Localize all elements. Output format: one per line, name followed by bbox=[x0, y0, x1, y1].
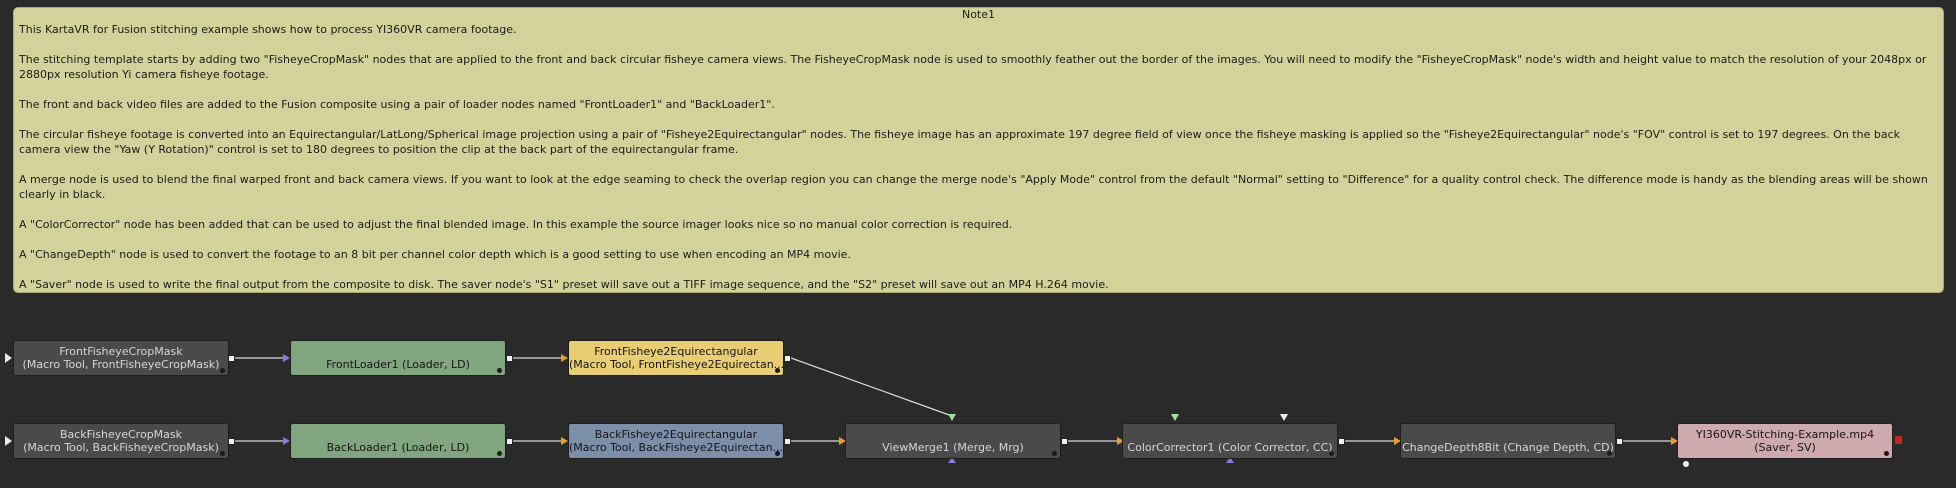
output-port[interactable] bbox=[1338, 438, 1345, 445]
node-sublabel: (Saver, SV) bbox=[1754, 441, 1816, 454]
node-label: FrontFisheye2Equirectangular bbox=[594, 345, 758, 358]
color-mask-input-icon bbox=[1280, 414, 1288, 421]
node-sublabel: (Macro Tool, BackFisheye2Equirectan... bbox=[569, 441, 784, 454]
merge-fg-input-icon bbox=[948, 414, 956, 421]
node-front-fisheye-crop-mask[interactable]: FrontFisheyeCropMask (Macro Tool, FrontF… bbox=[13, 340, 229, 376]
node-saver[interactable]: YI360VR-Stitching-Example.mp4 (Saver, SV… bbox=[1677, 423, 1893, 459]
color-input-icon bbox=[1171, 414, 1179, 421]
input-arrow-icon bbox=[283, 437, 290, 445]
node-color-corrector[interactable]: ColorCorrector1 (Color Corrector, CC) bbox=[1122, 423, 1338, 459]
node-sublabel: (Macro Tool, FrontFisheye2Equirectan... bbox=[569, 358, 784, 371]
saver-output-flag-icon bbox=[1895, 436, 1902, 444]
play-triangle-icon[interactable] bbox=[5, 436, 12, 446]
output-port[interactable] bbox=[784, 355, 791, 362]
node-label: YI360VR-Stitching-Example.mp4 bbox=[1695, 428, 1875, 441]
node-label: BackFisheye2Equirectangular bbox=[594, 428, 758, 441]
node-label: ChangeDepth8Bit (Change Depth, CD) bbox=[1402, 440, 1614, 454]
node-status-dot bbox=[1884, 451, 1889, 456]
node-status-dot bbox=[1329, 451, 1334, 456]
output-port[interactable] bbox=[784, 438, 791, 445]
node-label: FrontFisheyeCropMask bbox=[59, 345, 183, 358]
node-connections bbox=[234, 354, 1902, 463]
node-status-dot bbox=[220, 368, 225, 373]
node-status-dot bbox=[220, 451, 225, 456]
node-status-dot bbox=[1607, 451, 1612, 456]
node-status-dot bbox=[497, 368, 502, 373]
node-status-dot bbox=[497, 451, 502, 456]
node-sublabel: (Macro Tool, FrontFisheyeCropMask) bbox=[22, 358, 220, 371]
node-status-dot bbox=[775, 368, 780, 373]
input-arrow-icon bbox=[561, 437, 568, 445]
node-label: FrontLoader1 (Loader, LD) bbox=[326, 357, 470, 371]
output-port[interactable] bbox=[506, 355, 513, 362]
output-port[interactable] bbox=[228, 438, 235, 445]
node-sublabel: (Macro Tool, BackFisheyeCropMask) bbox=[23, 441, 219, 454]
node-status-dot bbox=[775, 451, 780, 456]
node-label: ColorCorrector1 (Color Corrector, CC) bbox=[1127, 440, 1333, 454]
output-port[interactable] bbox=[506, 438, 513, 445]
node-front-fisheye2equirectangular[interactable]: FrontFisheye2Equirectangular (Macro Tool… bbox=[568, 340, 784, 376]
output-port[interactable] bbox=[228, 355, 235, 362]
wire-frontf2e-merge bbox=[790, 357, 953, 417]
input-arrow-icon bbox=[283, 354, 290, 362]
play-triangle-icon[interactable] bbox=[5, 353, 12, 363]
node-back-fisheye-crop-mask[interactable]: BackFisheyeCropMask (Macro Tool, BackFis… bbox=[13, 423, 229, 459]
input-arrow-icon bbox=[561, 354, 568, 362]
node-view-merge[interactable]: ViewMerge1 (Merge, Mrg) bbox=[845, 423, 1061, 459]
output-port[interactable] bbox=[1061, 438, 1068, 445]
node-status-dot bbox=[1052, 451, 1057, 456]
node-change-depth[interactable]: ChangeDepth8Bit (Change Depth, CD) bbox=[1400, 423, 1616, 459]
saver-render-indicator bbox=[1683, 461, 1689, 467]
node-back-loader[interactable]: BackLoader1 (Loader, LD) bbox=[290, 423, 506, 459]
node-label: BackFisheyeCropMask bbox=[59, 428, 183, 441]
output-port[interactable] bbox=[1616, 438, 1623, 445]
node-label: BackLoader1 (Loader, LD) bbox=[326, 440, 470, 454]
node-front-loader[interactable]: FrontLoader1 (Loader, LD) bbox=[290, 340, 506, 376]
node-back-fisheye2equirectangular[interactable]: BackFisheye2Equirectangular (Macro Tool,… bbox=[568, 423, 784, 459]
node-label: ViewMerge1 (Merge, Mrg) bbox=[882, 440, 1024, 454]
